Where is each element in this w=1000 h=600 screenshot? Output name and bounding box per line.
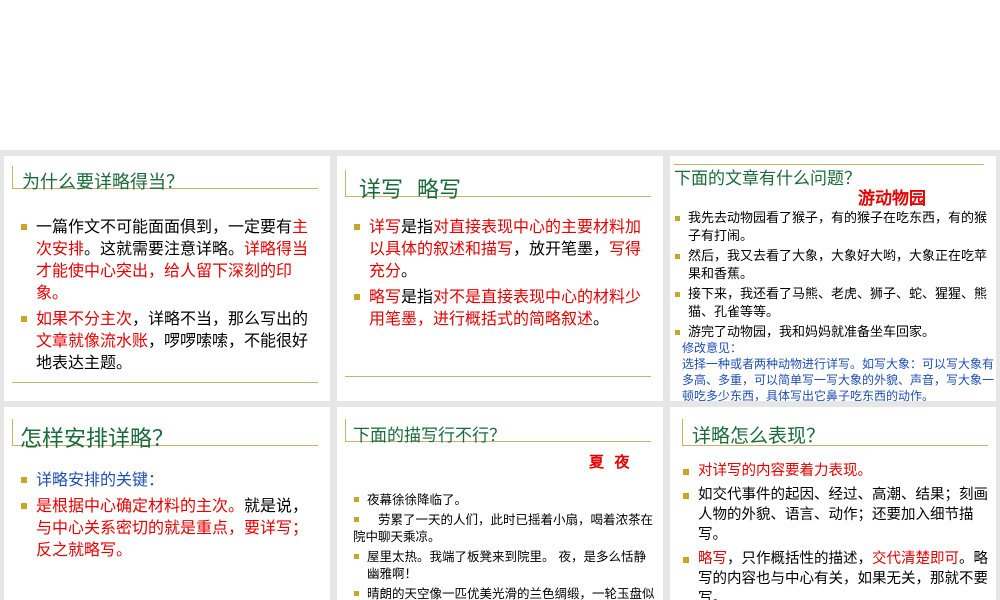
title-accent [12,419,13,445]
revision-note: 修改意见： 选择一种或者两种动物进行详写。如写大象：可以写大象有多高、多重，可以… [682,340,996,401]
list-item: 屋里太热。我端了板凳来到院里。 夜，是多么恬静幽雅啊！ [353,548,655,582]
bullet: 一篇作文不可能面面俱到，一定要有主次安排。这就需要注意详略。详略得当才能使中心突… [20,216,320,304]
list-item: 然后，我又去看了大象，大象好大哟，大象正在吃苹果和香蕉。 [674,248,992,284]
slide-article-problem[interactable]: 下面的文章有什么问题？ 游动物园 我先去动物园看了猴子，有的猴子在吃东西，有的猴… [670,156,996,401]
bullet: 详写是指对直接表现中心的主要材料加以具体的叙述和描写，放开笔墨，写得充分。 [353,216,653,282]
slide-how-arrange[interactable]: 怎样安排详略？ 详略安排的关键： 是根据中心确定材料的主次。就是说，与中心关系密… [4,407,330,600]
bullet: 对详写的内容要着力表现。 [682,461,988,481]
article-title: 游动物园 [858,189,926,209]
slide-description-check[interactable]: 下面的描写行不行？ 夏 夜 夜幕徐徐降临了。 劳累了一天的人们，此时已摇着小扇，… [337,407,663,600]
slide-how-express[interactable]: 详略怎么表现？ 对详写的内容要着力表现。 如交代事件的起因、经过、高潮、结果；刻… [670,407,996,600]
slide-detail-brief[interactable]: 详写 略写 详写是指对直接表现中心的主要材料加以具体的叙述和描写，放开笔墨，写得… [337,156,663,401]
bottom-rule [345,376,651,377]
bullet: 详略安排的关键： [20,469,320,491]
slide-title: 下面的描写行不行？ [353,426,506,446]
title-accent [345,170,346,196]
bullet: 如果不分主次，详略不当，那么写出的文章就像流水账，啰啰嗦嗦，不能很好地表达主题。 [20,308,320,374]
slide-why-detail[interactable]: 为什么要详略得当？ 一篇作文不可能面面俱到，一定要有主次安排。这就需要注意详略。… [4,156,330,401]
essay-title: 夏 夜 [589,453,630,471]
slide-title: 详略怎么表现？ [692,425,826,447]
bullet: 如交代事件的起因、经过、高潮、结果；刻画人物的外貌、语言、动作；还要加入细节描写… [682,485,988,545]
list-item: 夜幕徐徐降临了。 [353,491,655,508]
note-label: 修改意见： [682,341,743,355]
title-accent [682,419,683,445]
slide-title: 为什么要详略得当？ [22,172,184,193]
bottom-rule [12,382,318,383]
slide-title: 详写 略写 [359,178,461,203]
bullet: 略写，只作概括性的描述，交代清楚即可。略写的内容也与中心有关，如果无关，那就不要… [682,549,988,600]
bullet: 略写是指对不是直接表现中心的材料少用笔墨，进行概括式的简略叙述。 [353,286,653,330]
list-item: 接下来，我还看了马熊、老虎、狮子、蛇、猩猩、熊猫、孔雀等等。 [674,286,992,322]
slide-title: 怎样安排详略？ [20,427,175,452]
list-item: 晴朗的天空像一匹优美光滑的兰色绸缎，一轮玉盘似的满月，把它那皎洁的光华洒向人间。 [353,585,655,600]
title-accent [345,419,346,441]
slide-title: 下面的文章有什么问题？ [674,169,861,189]
list-item: 我先去动物园看了猴子，有的猴子在吃东西，有的猴子有打闹。 [674,210,992,246]
note-text: 选择一种或者两种动物进行详写。如写大象：可以写大象有多高、多重，可以简单写一写大… [682,357,995,401]
title-accent [12,166,13,188]
list-item: 劳累了一天的人们，此时已摇着小扇，喝着浓茶在院中聊天乘凉。 [353,512,654,544]
bullet: 是根据中心确定材料的主次。就是说，与中心关系密切的就是重点，要详写；反之就略写。 [20,495,320,561]
